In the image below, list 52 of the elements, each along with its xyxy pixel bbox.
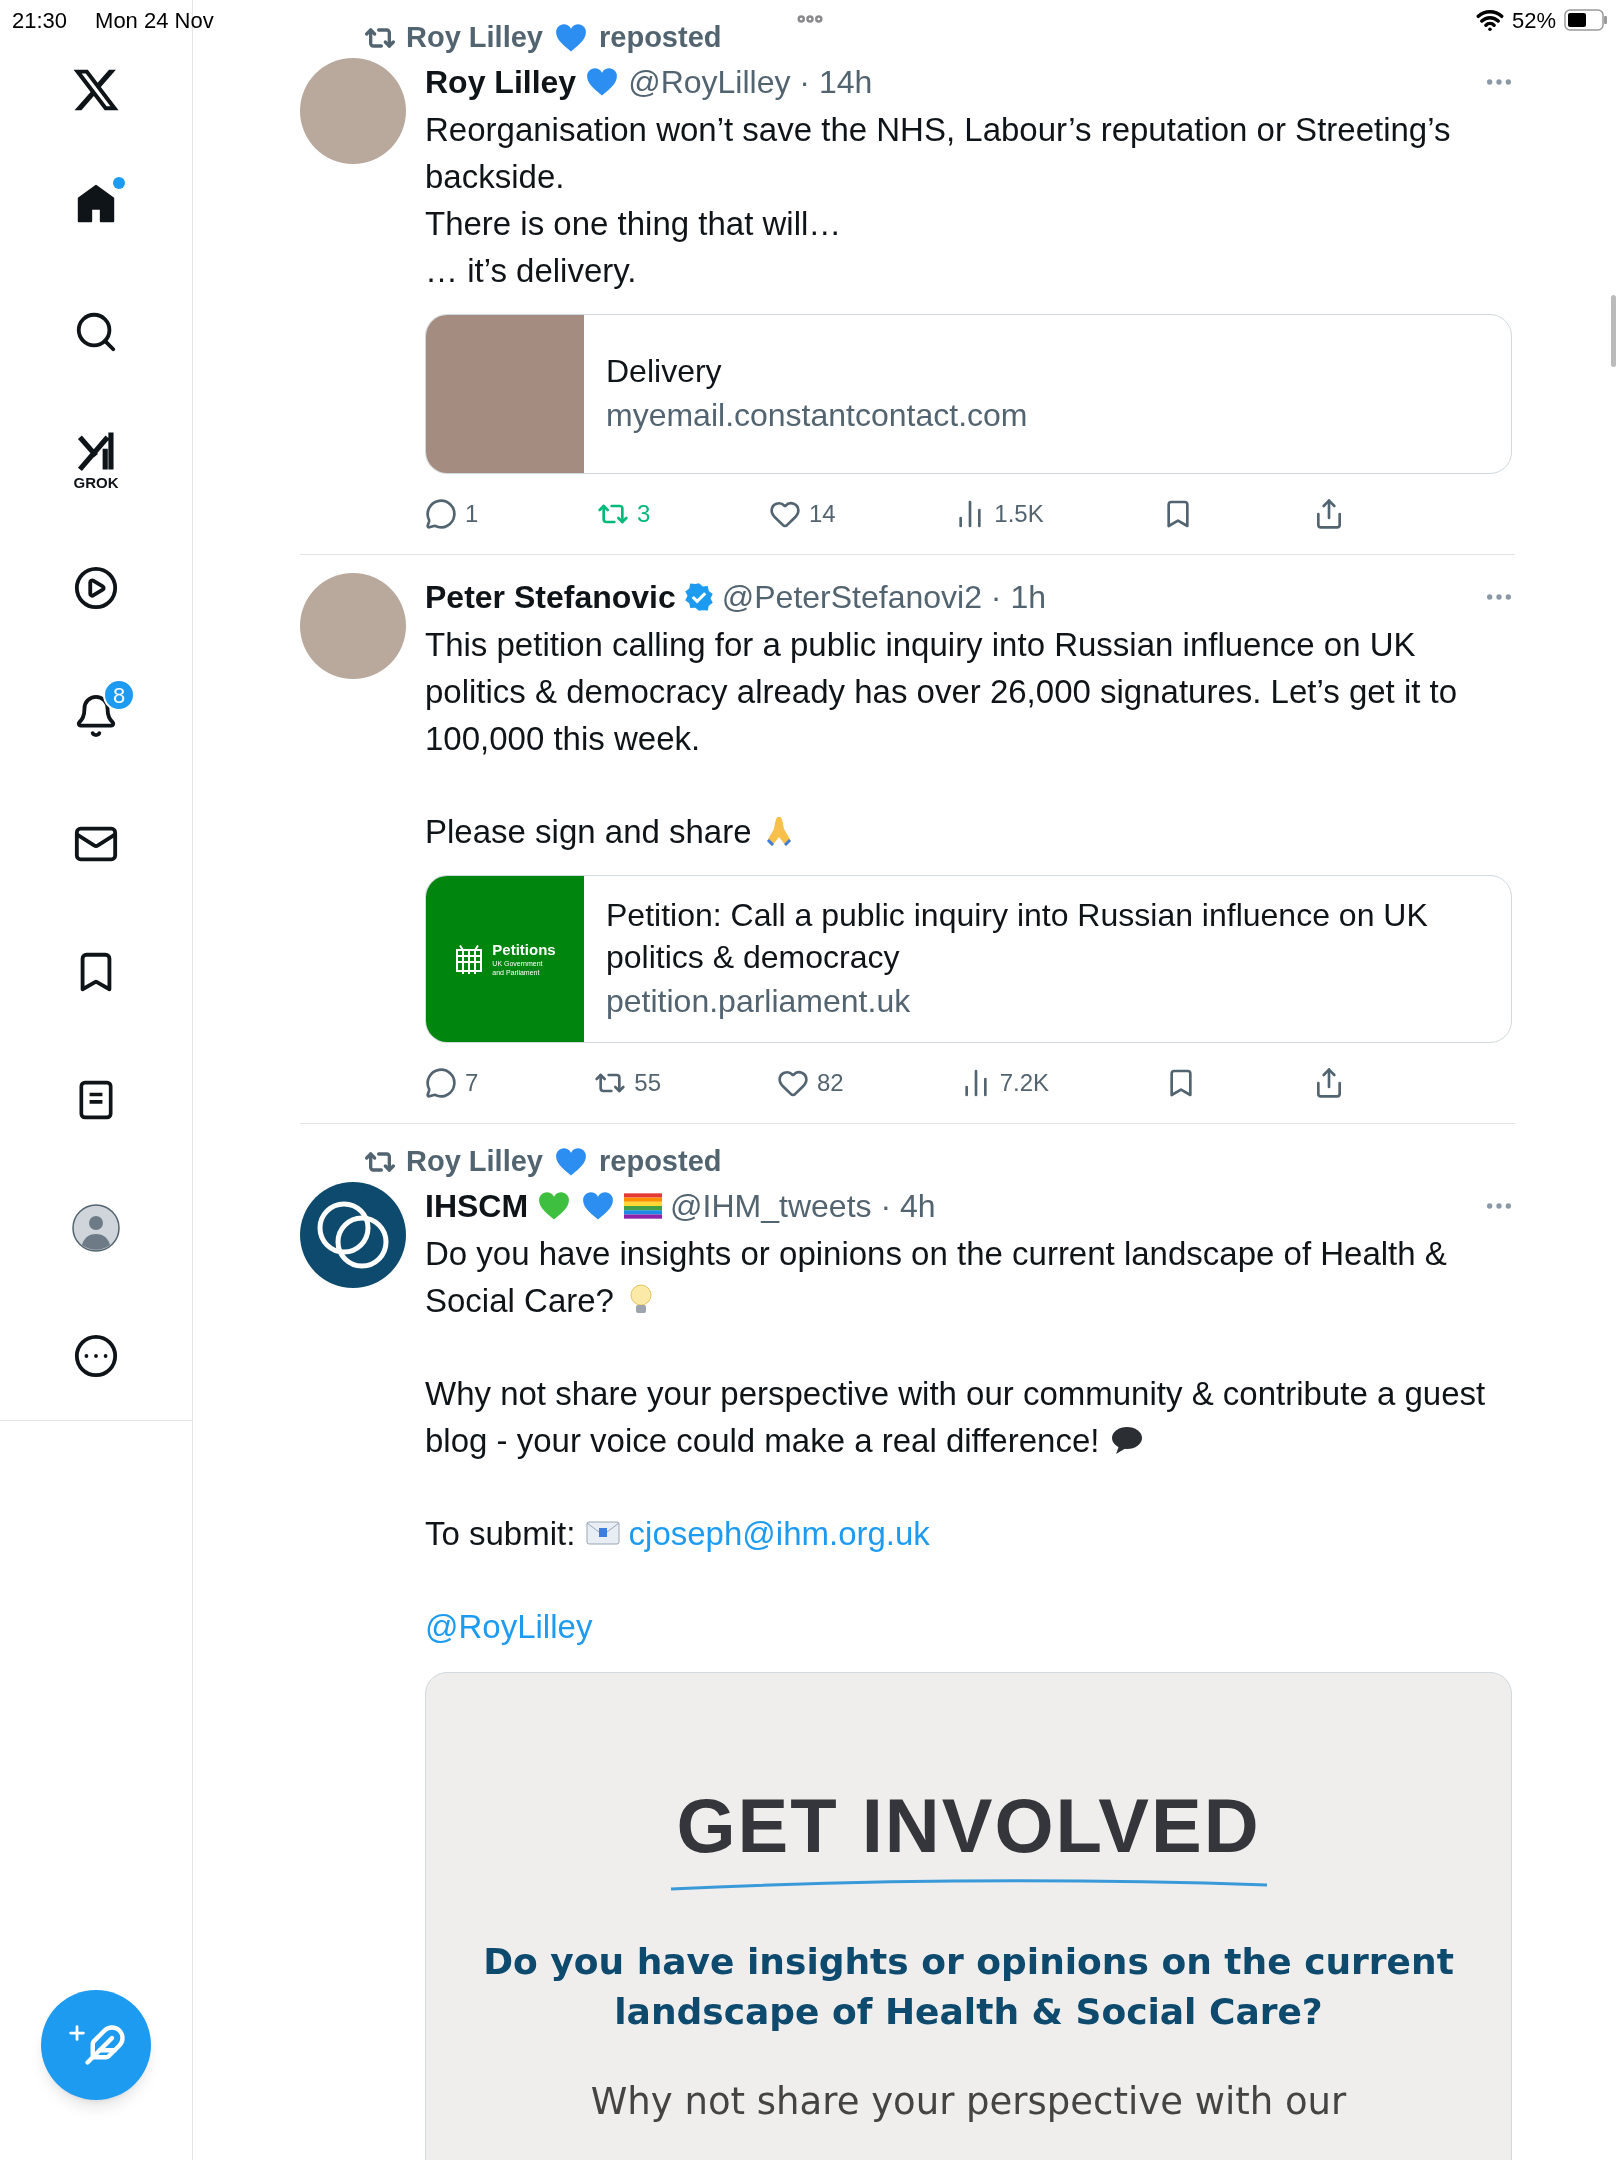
tweet-text: Why not share your perspective with our community & contribute a guest blog - your voice could make a real difference! [425,1374,1487,1461]
image-heading: GET INVOLVED [676,1782,1261,1870]
link-card[interactable]: Delivery myemail.constantcontact.com [425,314,1512,474]
handle-and-time: @RoyLilley · 14h [628,63,873,102]
handle-and-time: @PeterStefanovi2 · 1h [721,578,1046,617]
more-icon[interactable] [73,1333,119,1379]
views-button[interactable]: 1.5K [954,496,1044,532]
repost-label: reposted [599,20,722,56]
tweet-text: To submit: cjoseph@ihm.org.uk [425,1514,931,1554]
underline-stroke-icon [668,1877,1269,1891]
repost-name[interactable]: Roy Lilley [406,1140,543,1184]
reply-button[interactable]: 7 [425,1065,479,1101]
petitions-logo-title: Petitions [492,941,556,959]
status-date: Mon 24 Nov [95,6,214,35]
repost-button[interactable]: 55 [594,1065,662,1101]
plus-icon [66,2022,88,2044]
profile-avatar-icon[interactable] [72,1204,120,1252]
author-name[interactable]: Roy Lilley [425,58,577,106]
play-icon[interactable] [73,565,119,611]
scrollbar [1611,295,1616,367]
rainbow-flag-icon [624,1193,663,1219]
like-button[interactable]: 14 [769,496,836,532]
author-name[interactable]: IHSCM [425,1182,529,1230]
avatar-logo-icon[interactable] [300,1182,406,1288]
reply-icon [425,498,457,530]
status-time: 21:30 [12,6,68,35]
tweet-text: Please sign and share [425,808,1515,855]
views-button[interactable]: 7.2K [959,1065,1050,1101]
image-subheading: Do you have insights or opinions on the current landscape of Health & Social Care? [482,1940,1455,2034]
card-title: Petition: Call a public inquiry into Russian influence on UK politics & democracy [606,896,1429,977]
promo-image-card[interactable]: GET INVOLVED Do you have insights or opinions on the current landscape of Health & Social Care? Why not share your perspective with our [425,1672,1512,2160]
card-domain: petition.parliament.uk [606,982,912,1021]
author-name[interactable]: Peter Stefanovic [425,573,676,621]
card-domain: myemail.constantcontact.com [606,396,1028,435]
tweet-text: Reorganisation won’t save the NHS, Labour’s reputation or Streeting’s backside. [425,110,1452,197]
tweet-text: Do you have insights or opinions on the current landscape of Health & Social Care? [425,1234,1448,1321]
battery-percent: 52% [1511,6,1556,35]
tweet-text: … it’s delivery. [425,251,638,291]
handle-and-time: @IHM_tweets · 4h [670,1187,936,1226]
card-title: Delivery [606,352,723,391]
tweet-text: There is one thing that will… [425,204,843,244]
like-button[interactable]: 82 [777,1065,844,1101]
tweet-text: This petition calling for a public inquiry into Russian influence on UK politics & democracy already has over 26,000 signatures. Let’s get it to 100,000 this week. [425,625,1459,759]
notification-badge: 8 [103,679,135,711]
feather-icon [84,2024,126,2066]
battery-icon [1564,9,1608,31]
image-body-text: Why not share your perspective with our [590,2079,1347,2125]
grok-label: GROK [73,474,119,492]
repost-name[interactable]: Roy Lilley [406,16,543,60]
reply-button[interactable]: 1 [425,496,479,532]
reply-icon [425,1067,457,1099]
repost-label: reposted [599,1144,722,1180]
